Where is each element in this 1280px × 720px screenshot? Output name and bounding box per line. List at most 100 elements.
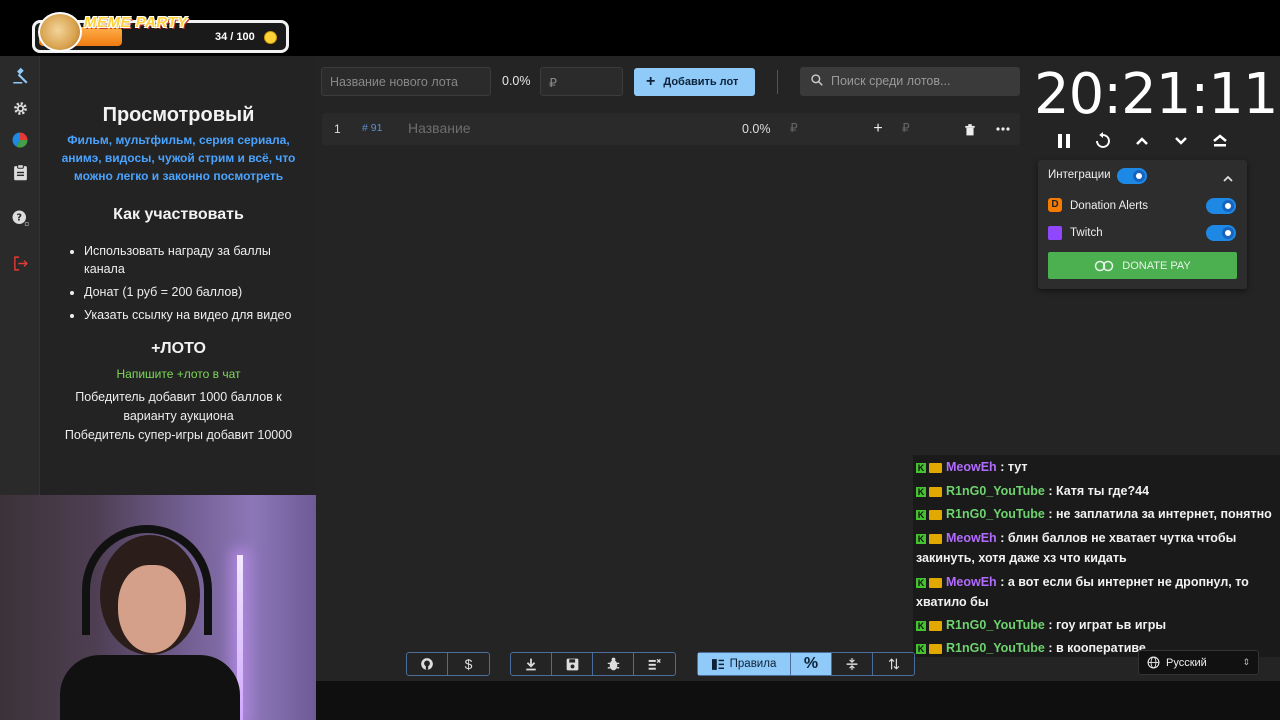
donate-pay-button[interactable]: DONATE PAY bbox=[1048, 252, 1237, 279]
dollar-icon[interactable]: $ bbox=[448, 653, 489, 675]
plus-icon: + bbox=[646, 73, 656, 90]
bottom-group-file bbox=[510, 652, 676, 676]
integrations-toggle[interactable] bbox=[1117, 168, 1147, 184]
coin-icon bbox=[264, 31, 277, 44]
chat-username: R1nG0_YouTube bbox=[946, 618, 1045, 632]
chat-overlay: K MeowEh : тут K R1nG0_YouTube : Катя ты г… bbox=[913, 455, 1280, 657]
info-panel: Просмотровый Фильм, мультфильм, серия се… bbox=[41, 56, 316, 496]
chat-username: R1nG0_YouTube bbox=[946, 507, 1045, 521]
crown-badge-icon bbox=[929, 620, 942, 631]
github-icon[interactable] bbox=[407, 653, 448, 675]
loto-text-2: Победитель супер-игры добавит 10000 bbox=[64, 428, 293, 442]
add-lot-button[interactable]: + Добавить лот bbox=[634, 68, 755, 96]
lot-id: # 91 bbox=[362, 122, 383, 134]
list-item: Донат (1 руб = 200 баллов) bbox=[84, 283, 306, 301]
double-up-icon[interactable] bbox=[1209, 130, 1231, 152]
reset-icon[interactable] bbox=[1092, 130, 1114, 152]
svg-text:?: ? bbox=[16, 213, 22, 224]
chat-text: : в кооперативе bbox=[1048, 641, 1146, 655]
kick-badge-icon: K bbox=[916, 577, 926, 588]
meme-party-title: MEME PARTY bbox=[84, 14, 188, 31]
lot-name-input[interactable]: Название bbox=[408, 120, 471, 136]
chat-message: K MeowEh : блин баллов не хватает чутка ч… bbox=[916, 528, 1276, 568]
auction-timer: 20:21:11 bbox=[1034, 62, 1279, 127]
rules-icon bbox=[711, 658, 724, 670]
webcam-feed bbox=[0, 495, 316, 720]
kick-badge-icon: K bbox=[916, 486, 926, 497]
pause-icon[interactable] bbox=[1053, 130, 1075, 152]
streamer-shirt bbox=[60, 655, 240, 720]
language-label: Русский bbox=[1166, 656, 1207, 669]
loto-hint: Напишите +лото в чат bbox=[116, 367, 241, 381]
chevron-up-icon[interactable] bbox=[1131, 130, 1153, 152]
rules-button[interactable]: Правила bbox=[698, 653, 791, 675]
gavel-icon[interactable] bbox=[8, 64, 32, 88]
rules-label: Правила bbox=[729, 658, 777, 670]
bottom-group-links: $ bbox=[406, 652, 490, 676]
chat-username: MeowEh bbox=[946, 460, 997, 474]
loto-text-1: Победитель добавит 1000 баллов к вариант… bbox=[75, 390, 282, 423]
kick-badge-icon: K bbox=[916, 620, 926, 631]
chat-username: R1nG0_YouTube bbox=[946, 641, 1045, 655]
sort-arrows-icon[interactable] bbox=[873, 653, 914, 675]
twitch-label: Twitch bbox=[1070, 227, 1103, 239]
split-vertical-icon[interactable] bbox=[832, 653, 873, 675]
bug-icon[interactable] bbox=[593, 653, 634, 675]
chat-message: K MeowEh : тут bbox=[916, 457, 1276, 477]
chat-text: : гоу играт ьв игры bbox=[1048, 618, 1167, 632]
trash-icon[interactable] bbox=[961, 120, 979, 138]
list-item: Использовать награду за баллы канала bbox=[84, 242, 306, 278]
gear-icon[interactable] bbox=[8, 96, 32, 120]
language-select[interactable]: Русский ⇕ bbox=[1138, 650, 1259, 675]
add-amount-input[interactable]: ₽ bbox=[902, 121, 910, 135]
crown-badge-icon bbox=[929, 577, 942, 588]
chat-text: : не заплатила за интернет, понятно bbox=[1048, 507, 1272, 521]
lot-index: 1 bbox=[334, 122, 341, 136]
donatepay-icon bbox=[1095, 260, 1114, 271]
percent-icon[interactable]: % bbox=[791, 653, 832, 675]
clear-list-icon[interactable] bbox=[634, 653, 675, 675]
clipboard-icon[interactable] bbox=[8, 160, 32, 184]
info-description: Фильм, мультфильм, серия сериала, анимэ,… bbox=[61, 133, 296, 183]
kick-badge-icon: K bbox=[916, 533, 926, 544]
donation-alerts-label: Donation Alerts bbox=[1070, 200, 1148, 212]
logout-icon[interactable] bbox=[8, 251, 32, 275]
chat-text: : тут bbox=[1000, 460, 1028, 474]
twitch-toggle[interactable] bbox=[1206, 225, 1236, 241]
pie-chart-icon[interactable] bbox=[8, 128, 32, 152]
globe-icon bbox=[1147, 656, 1160, 669]
chat-username: MeowEh bbox=[946, 531, 997, 545]
more-options-icon[interactable] bbox=[994, 120, 1012, 138]
meme-party-counter: 34 / 100 bbox=[215, 31, 255, 43]
list-item: Указать ссылку на видео для видео bbox=[84, 306, 306, 324]
search-lots-input[interactable]: Поиск среди лотов... bbox=[800, 67, 1020, 96]
chat-text: : Катя ты где?44 bbox=[1048, 484, 1150, 498]
twitch-icon bbox=[1048, 226, 1062, 240]
crown-badge-icon bbox=[929, 643, 942, 654]
chat-message: K R1nG0_YouTube : не заплатила за интерне… bbox=[916, 504, 1276, 524]
select-arrows-icon: ⇕ bbox=[1242, 657, 1250, 667]
download-icon[interactable] bbox=[511, 653, 552, 675]
chevron-up-icon[interactable] bbox=[1223, 170, 1233, 188]
chat-message: K R1nG0_YouTube : гоу играт ьв игры bbox=[916, 615, 1276, 635]
lot-amount-input[interactable]: ₽ bbox=[790, 121, 798, 135]
new-lot-name-input[interactable]: Название нового лота bbox=[321, 67, 491, 96]
search-icon bbox=[810, 73, 824, 92]
bottom-strip bbox=[316, 681, 1280, 720]
help-icon[interactable]: ? bbox=[8, 206, 32, 230]
lot-percent: 0.0% bbox=[742, 122, 771, 136]
add-lot-label: Добавить лот bbox=[663, 76, 739, 88]
chevron-down-icon[interactable] bbox=[1170, 130, 1192, 152]
crown-badge-icon bbox=[929, 509, 942, 520]
loto-description: Победитель добавит 1000 баллов к вариант… bbox=[61, 388, 296, 445]
save-icon[interactable] bbox=[552, 653, 593, 675]
new-lot-amount-input[interactable]: ₽ bbox=[540, 67, 623, 96]
bottom-group-rules: Правила % bbox=[697, 652, 915, 676]
how-to-list: Использовать награду за баллы канала Дон… bbox=[84, 242, 306, 329]
integrations-title: Интеграции bbox=[1048, 169, 1111, 181]
add-amount-plus-icon[interactable]: + bbox=[869, 120, 887, 138]
donation-alerts-toggle[interactable] bbox=[1206, 198, 1236, 214]
chat-username: MeowEh bbox=[946, 575, 997, 589]
donate-pay-label: DONATE PAY bbox=[1122, 259, 1191, 272]
kick-badge-icon: K bbox=[916, 643, 926, 654]
